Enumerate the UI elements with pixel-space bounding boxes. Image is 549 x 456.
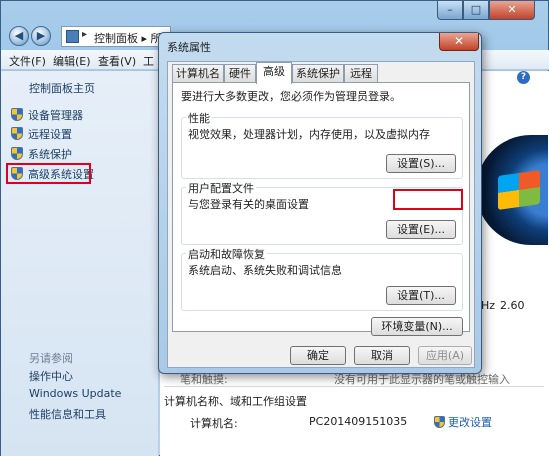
tab-hardware[interactable]: 硬件 bbox=[224, 64, 256, 83]
section-title: 计算机名称、域和工作组设置 bbox=[164, 395, 307, 408]
sidebar: 控制面板主页 设备管理器 远程设置 系统保护 高级系统设置 另请参阅 操作中心 … bbox=[1, 71, 159, 456]
sidebar-home-link[interactable]: 控制面板主页 bbox=[29, 80, 95, 96]
tab-computer-name[interactable]: 计算机名 bbox=[172, 64, 224, 83]
control-panel-icon bbox=[66, 30, 79, 43]
change-settings-label: 更改设置 bbox=[448, 416, 492, 429]
apply-button[interactable]: 应用(A) bbox=[418, 346, 472, 365]
dialog-close-button[interactable]: ✕ bbox=[439, 33, 479, 51]
sidebar-item-label: 设备管理器 bbox=[28, 109, 83, 122]
sidebar-item-remote-settings[interactable]: 远程设置 bbox=[11, 126, 72, 142]
menu-edit[interactable]: 编辑(E) bbox=[53, 53, 91, 69]
group-title: 性能 bbox=[186, 110, 212, 126]
divider bbox=[164, 386, 544, 387]
windows-logo bbox=[476, 135, 548, 245]
tab-advanced[interactable]: 高级 bbox=[256, 62, 292, 84]
dialog-title: 系统属性 bbox=[167, 41, 211, 54]
breadcrumb-arrow-icon: ▸ bbox=[82, 29, 88, 40]
sidebar-item-label: 远程设置 bbox=[28, 128, 72, 141]
sidebar-item-system-protection[interactable]: 系统保护 bbox=[11, 146, 72, 162]
menu-file[interactable]: 文件(F) bbox=[9, 53, 46, 69]
window-titlebar: – □ ✕ bbox=[1, 1, 549, 23]
group-title: 启动和故障恢复 bbox=[186, 246, 267, 262]
ok-button[interactable]: 确定 bbox=[290, 346, 346, 365]
performance-group: 性能 视觉效果，处理器计划，内存使用，以及虚拟内存 设置(S)... bbox=[181, 110, 463, 179]
startup-recovery-settings-button[interactable]: 设置(T)... bbox=[386, 286, 456, 305]
windows-flag-icon bbox=[498, 170, 540, 210]
maximize-button[interactable]: □ bbox=[463, 1, 489, 20]
breadcrumb[interactable]: 控制面板 ▸ 所 bbox=[94, 30, 162, 46]
highlight-box bbox=[6, 163, 91, 184]
dialog-body: 计算机名 硬件 高级 系统保护 远程 要进行大多数更改，您必须作为管理员登录。 … bbox=[167, 61, 475, 368]
change-settings-link[interactable]: 更改设置 bbox=[434, 414, 492, 430]
group-desc: 系统启动、系统失败和调试信息 bbox=[188, 264, 342, 277]
back-button[interactable]: ◀ bbox=[9, 26, 29, 46]
shield-icon bbox=[11, 147, 23, 160]
environment-variables-button[interactable]: 环境变量(N)... bbox=[371, 317, 463, 336]
see-also-windows-update[interactable]: Windows Update bbox=[29, 387, 121, 400]
cpu-speed: 2.60 bbox=[500, 299, 525, 312]
group-desc: 与您登录有关的桌面设置 bbox=[188, 198, 309, 211]
cancel-button[interactable]: 取消 bbox=[354, 346, 410, 365]
group-desc: 视觉效果，处理器计划，内存使用，以及虚拟内存 bbox=[188, 128, 430, 141]
user-profiles-settings-button[interactable]: 设置(E)... bbox=[386, 220, 456, 239]
shield-icon bbox=[11, 108, 23, 121]
computer-name-value: PC201409151035 bbox=[309, 415, 408, 428]
group-title: 用户配置文件 bbox=[186, 180, 256, 196]
minimize-button[interactable]: – bbox=[437, 1, 463, 20]
address-bar[interactable]: ▸ 控制面板 ▸ 所 bbox=[61, 26, 171, 47]
tab-panel-advanced: 要进行大多数更改，您必须作为管理员登录。 性能 视觉效果，处理器计划，内存使用，… bbox=[172, 82, 470, 336]
sidebar-item-label: 系统保护 bbox=[28, 148, 72, 161]
sidebar-item-device-manager[interactable]: 设备管理器 bbox=[11, 107, 83, 123]
see-also-heading: 另请参阅 bbox=[29, 352, 73, 365]
admin-note: 要进行大多数更改，您必须作为管理员登录。 bbox=[181, 90, 401, 103]
cpu-unit: Hz bbox=[481, 299, 496, 312]
tab-system-protection[interactable]: 系统保护 bbox=[292, 64, 344, 83]
shield-icon bbox=[434, 416, 445, 428]
startup-recovery-group: 启动和故障恢复 系统启动、系统失败和调试信息 设置(T)... bbox=[181, 246, 463, 311]
menu-tools[interactable]: 工 bbox=[143, 53, 154, 69]
see-also-performance-tools[interactable]: 性能信息和工具 bbox=[29, 406, 106, 422]
performance-settings-button[interactable]: 设置(S)... bbox=[386, 154, 456, 173]
see-also-action-center[interactable]: 操作中心 bbox=[29, 368, 73, 384]
computer-name-label: 计算机名: bbox=[190, 417, 238, 430]
highlight-box bbox=[393, 189, 463, 210]
shield-icon bbox=[11, 127, 23, 140]
system-properties-dialog: 系统属性 ✕ 计算机名 硬件 高级 系统保护 远程 要进行大多数更改，您必须作为… bbox=[158, 32, 482, 374]
window-close-button[interactable]: ✕ bbox=[489, 1, 535, 20]
forward-button[interactable]: ▶ bbox=[31, 26, 51, 46]
menu-view[interactable]: 查看(V) bbox=[98, 53, 136, 69]
help-icon[interactable]: ? bbox=[517, 71, 530, 84]
tab-remote[interactable]: 远程 bbox=[344, 64, 378, 83]
